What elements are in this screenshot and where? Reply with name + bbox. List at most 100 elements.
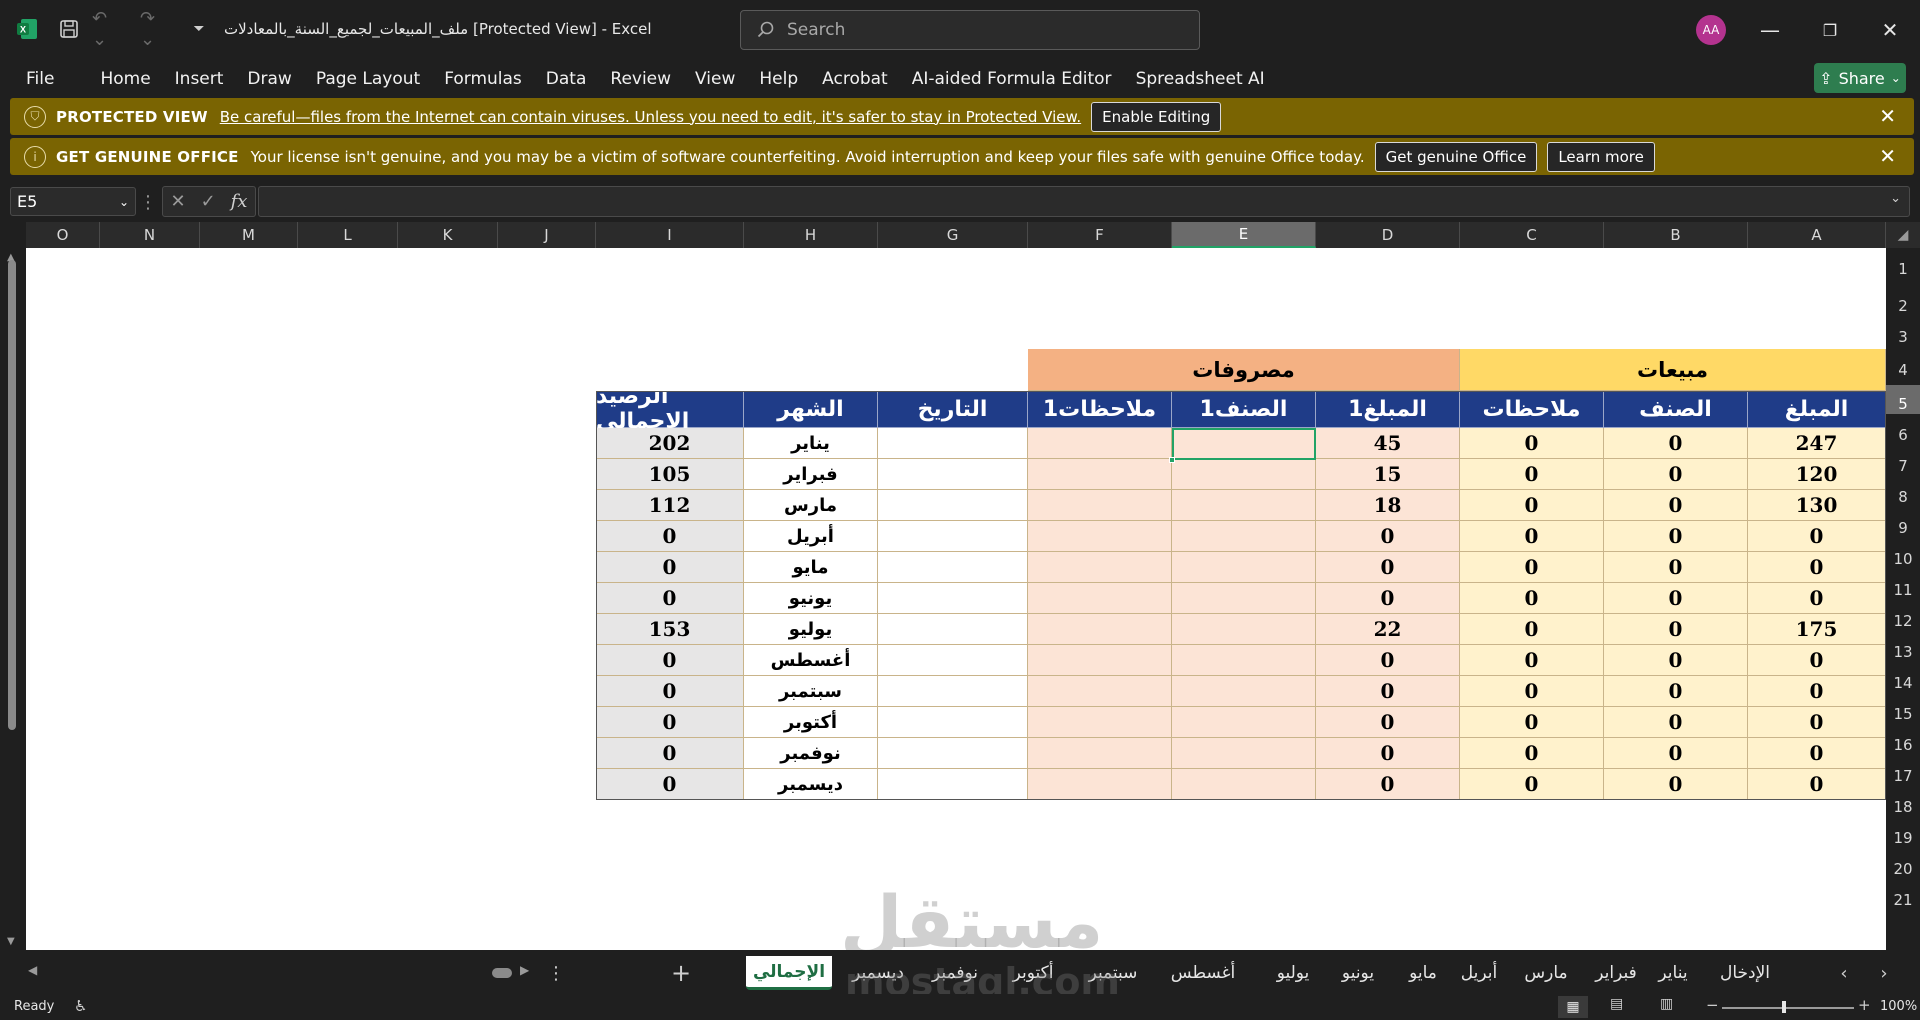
table-cell[interactable]: 0	[1604, 459, 1748, 490]
ribbon-tab-view[interactable]: View	[695, 69, 735, 89]
header-cell-e[interactable]: الصنف1	[1172, 391, 1316, 428]
table-cell[interactable]	[878, 521, 1028, 552]
sheet-tab[interactable]: الإجمالي	[746, 956, 832, 990]
enable-editing-button[interactable]: Enable Editing	[1091, 101, 1222, 132]
header-cell-i[interactable]: الرصيد الإجمالي	[596, 384, 744, 434]
vertical-scrollbar[interactable]: ▲ ▼	[0, 248, 26, 950]
row-header-19[interactable]: 19	[1886, 817, 1920, 848]
table-cell[interactable]: 22	[1316, 614, 1460, 645]
row-header-1[interactable]: 1	[1886, 248, 1920, 279]
table-cell[interactable]	[1172, 614, 1316, 645]
ribbon-tab-acrobat[interactable]: Acrobat	[822, 69, 888, 89]
share-button[interactable]: ⇪ Share ⌄	[1814, 63, 1906, 93]
row-header-18[interactable]: 18	[1886, 786, 1920, 817]
scroll-left-tabs-icon[interactable]: ‹	[1834, 960, 1854, 986]
table-cell[interactable]: 0	[1604, 521, 1748, 552]
customize-toolbar-icon[interactable]: ⏷	[188, 18, 210, 40]
ribbon-tab-data[interactable]: Data	[546, 69, 587, 89]
column-header-i[interactable]: I	[596, 222, 744, 248]
table-cell[interactable]: 0	[1748, 583, 1886, 614]
normal-view-icon[interactable]: ▦	[1558, 996, 1588, 1018]
table-cell[interactable]: 0	[1748, 738, 1886, 769]
table-cell[interactable]	[878, 738, 1028, 769]
column-header-a[interactable]: A	[1748, 222, 1886, 248]
table-cell[interactable]: 202	[596, 428, 744, 459]
table-cell[interactable]: 0	[1460, 738, 1604, 769]
table-cell[interactable]: 0	[1748, 676, 1886, 707]
table-cell[interactable]	[1028, 521, 1172, 552]
undo-icon[interactable]: ↶ ⌄	[92, 8, 126, 50]
table-cell[interactable]: 247	[1748, 428, 1886, 459]
sheet-tab[interactable]: يناير	[1648, 956, 1698, 990]
table-cell[interactable]: 0	[1748, 552, 1886, 583]
table-cell[interactable]: 18	[1316, 490, 1460, 521]
row-header-4[interactable]: 4	[1886, 349, 1920, 380]
table-cell[interactable]	[1028, 738, 1172, 769]
column-header-h[interactable]: H	[744, 222, 878, 248]
ribbon-tab-help[interactable]: Help	[759, 69, 798, 89]
row-header-7[interactable]: 7	[1886, 445, 1920, 476]
horizontal-scrollbar[interactable]: ◀ ▶	[20, 960, 540, 986]
table-cell[interactable]: 0	[1316, 645, 1460, 676]
zoom-in-icon[interactable]: +	[1858, 996, 1871, 1014]
table-cell[interactable]	[1172, 459, 1316, 490]
table-cell[interactable]	[1028, 676, 1172, 707]
row-header-11[interactable]: 11	[1886, 569, 1920, 600]
table-cell[interactable]	[1172, 645, 1316, 676]
table-cell[interactable]: 0	[1316, 707, 1460, 738]
learn-more-button[interactable]: Learn more	[1547, 141, 1655, 172]
table-cell[interactable]: 120	[1748, 459, 1886, 490]
row-header-8[interactable]: 8	[1886, 476, 1920, 507]
table-cell[interactable]: 0	[1316, 552, 1460, 583]
sheet-tab[interactable]: فبراير	[1588, 956, 1644, 990]
save-icon[interactable]	[56, 16, 82, 42]
column-header-c[interactable]: C	[1460, 222, 1604, 248]
table-cell[interactable]: 0	[1748, 707, 1886, 738]
column-header-k[interactable]: K	[398, 222, 498, 248]
table-cell[interactable]: نوفمبر	[744, 738, 878, 769]
table-cell[interactable]: 0	[1316, 676, 1460, 707]
table-cell[interactable]	[878, 552, 1028, 583]
header-cell-c[interactable]: ملاحظات	[1460, 391, 1604, 428]
table-cell[interactable]: 0	[1604, 738, 1748, 769]
table-cell[interactable]: 0	[1460, 428, 1604, 459]
row-header-9[interactable]: 9	[1886, 507, 1920, 538]
table-cell[interactable]: 0	[1604, 552, 1748, 583]
table-cell[interactable]	[878, 614, 1028, 645]
table-cell[interactable]: 0	[1460, 521, 1604, 552]
table-cell[interactable]: 105	[596, 459, 744, 490]
ribbon-tab-spreadsheet-ai[interactable]: Spreadsheet AI	[1136, 69, 1265, 89]
table-cell[interactable]: 0	[596, 552, 744, 583]
expenses-group-header[interactable]: مصروفات	[1028, 349, 1460, 391]
header-cell-a[interactable]: المبلغ	[1748, 391, 1886, 428]
column-header-n[interactable]: N	[100, 222, 200, 248]
redo-icon[interactable]: ↷ ⌄	[140, 8, 174, 50]
table-cell[interactable]: ديسمبر	[744, 769, 878, 800]
zoom-out-icon[interactable]: −	[1706, 996, 1719, 1014]
table-cell[interactable]	[878, 459, 1028, 490]
row-header-14[interactable]: 14	[1886, 662, 1920, 693]
table-cell[interactable]	[878, 490, 1028, 521]
sheet-tab[interactable]: أغسطس	[1160, 956, 1246, 990]
confirm-icon[interactable]: ✓	[201, 191, 216, 212]
table-cell[interactable]	[1172, 707, 1316, 738]
sheet-tab[interactable]: مايو	[1398, 956, 1448, 990]
table-cell[interactable]: أغسطس	[744, 645, 878, 676]
table-cell[interactable]	[1028, 707, 1172, 738]
formula-input[interactable]: ⌄	[258, 186, 1910, 217]
table-cell[interactable]: 0	[1316, 738, 1460, 769]
chevron-down-icon[interactable]: ⌄	[1890, 191, 1901, 206]
table-cell[interactable]: يناير	[744, 428, 878, 459]
row-header-16[interactable]: 16	[1886, 724, 1920, 755]
table-cell[interactable]: 0	[1604, 490, 1748, 521]
sheet-tab[interactable]: يوليو	[1264, 956, 1322, 990]
table-cell[interactable]: مارس	[744, 490, 878, 521]
row-header-5[interactable]: 5	[1886, 385, 1920, 414]
sheet-tab[interactable]: الإدخال	[1700, 956, 1790, 990]
row-header-6[interactable]: 6	[1886, 414, 1920, 445]
header-cell-b[interactable]: الصنف	[1604, 391, 1748, 428]
name-box[interactable]: E5 ⌄	[10, 187, 136, 216]
table-cell[interactable]	[878, 583, 1028, 614]
insert-function-icon[interactable]: fx	[231, 191, 248, 212]
column-header-f[interactable]: F	[1028, 222, 1172, 248]
